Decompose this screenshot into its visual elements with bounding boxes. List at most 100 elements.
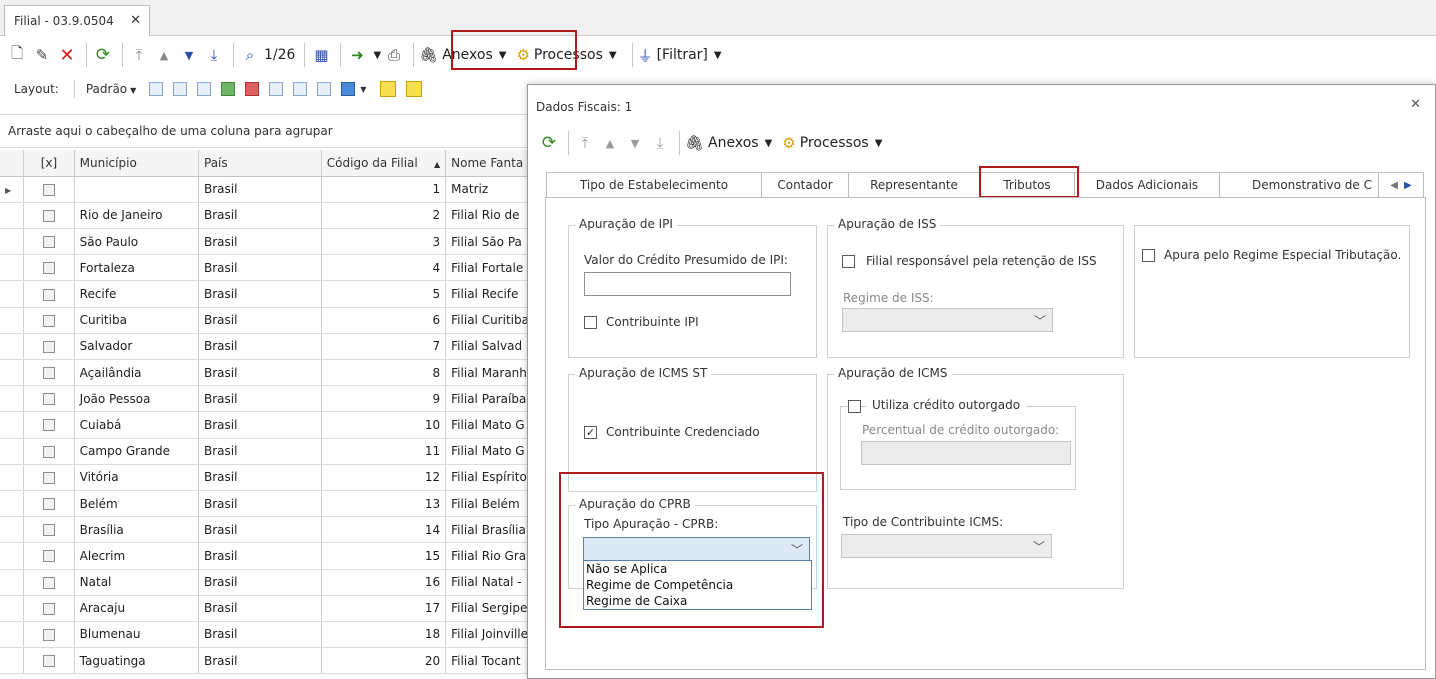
nome-cell[interactable]: Filial Mato G [445,438,535,465]
bar-chart-icon[interactable] [341,82,356,96]
codigo-cell[interactable]: 17 [321,595,447,622]
table-row[interactable]: Taguatinga Brasil 20 Filial Tocant [0,647,535,675]
next-record-icon[interactable]: ▼ [624,132,646,154]
codigo-cell[interactable]: 20 [321,647,447,675]
layout-view-icon[interactable] [406,81,423,97]
codigo-cell[interactable]: 18 [321,621,447,649]
new-document-icon[interactable]: 🗋 [6,44,28,66]
row-select-checkbox[interactable] [42,602,55,615]
table-row[interactable]: Aracaju Brasil 17 Filial Sergipe [0,595,535,622]
row-select-checkbox[interactable] [42,236,55,249]
codigo-cell[interactable]: 4 [321,254,447,282]
row-select-checkbox[interactable] [42,340,55,353]
table-row[interactable]: Cuiabá Brasil 10 Filial Mato G [0,411,535,439]
codigo-cell[interactable]: 3 [321,228,447,256]
previous-record-icon[interactable]: ▲ [599,132,621,154]
municipio-cell[interactable]: Belém [74,490,200,518]
codigo-cell[interactable]: 7 [321,333,447,361]
refresh-icon[interactable]: ⟳ [92,44,114,66]
nome-cell[interactable]: Filial Joinville [445,621,535,649]
municipio-cell[interactable]: Fortaleza [74,254,200,282]
tab-scroll-left-icon[interactable]: ◀ [1390,180,1398,191]
row-select-checkbox[interactable] [42,314,55,327]
print-icon[interactable]: ⎙ [383,44,405,66]
codigo-cell[interactable]: 9 [321,385,447,413]
tab-tipo-estabelecimento[interactable]: Tipo de Estabelecimento [546,172,762,198]
row-select-checkbox[interactable] [42,550,55,563]
nome-cell[interactable]: Filial Rio Gra [445,542,535,570]
layout-padrao-dropdown[interactable]: Padrão ▼ [86,82,136,96]
delete-icon[interactable]: ✕ [56,44,78,66]
layout-import-icon[interactable] [221,82,236,96]
codigo-cell[interactable]: 2 [321,202,447,230]
municipio-cell[interactable]: Açailândia [74,359,200,387]
municipio-cell[interactable]: João Pessoa [74,385,200,413]
refresh-icon[interactable]: ⟳ [538,132,560,154]
row-select-checkbox[interactable] [42,288,55,301]
pais-cell[interactable]: Brasil [198,176,322,203]
municipio-cell[interactable]: Salvador [74,333,200,361]
municipio-cell[interactable]: Brasília [74,516,200,544]
table-row[interactable]: Natal Brasil 16 Filial Natal - [0,569,535,596]
row-select-checkbox[interactable] [42,498,55,511]
municipio-cell[interactable]: Aracaju [74,595,200,622]
nome-cell[interactable]: Matriz [445,176,535,203]
codigo-cell[interactable]: 11 [321,438,447,465]
pais-cell[interactable]: Brasil [198,359,322,387]
previous-record-icon[interactable]: ▲ [153,44,175,66]
pais-cell[interactable]: Brasil [198,307,322,334]
tipo-contribuinte-icms-select[interactable]: ﹀ [841,534,1052,558]
codigo-cell[interactable]: 16 [321,569,447,596]
municipio-cell[interactable]: Alecrim [74,542,200,570]
row-select-checkbox[interactable] [42,393,55,406]
pais-cell[interactable]: Brasil [198,464,322,491]
select-column-header[interactable]: [x] [23,150,75,177]
nome-cell[interactable]: Filial Curitiba [445,307,535,334]
row-select-checkbox[interactable] [42,419,55,432]
tab-close-icon[interactable]: ✕ [130,13,141,28]
layout-view-icon[interactable] [380,81,397,97]
row-select-checkbox[interactable] [42,367,55,380]
contribuinte-credenciado-checkbox[interactable]: ✓ [584,426,597,439]
nome-cell[interactable]: Filial Tocant [445,647,535,675]
nome-cell[interactable]: Filial Natal - [445,569,535,596]
municipio-cell[interactable]: São Paulo [74,228,200,256]
table-row[interactable]: João Pessoa Brasil 9 Filial Paraíba [0,385,535,413]
pais-cell[interactable]: Brasil [198,647,322,675]
first-record-icon[interactable]: ⤒ [128,44,150,66]
layout-save-icon[interactable] [149,82,164,96]
codigo-cell[interactable]: 14 [321,516,447,544]
municipio-cell[interactable]: Recife [74,280,200,308]
municipio-cell[interactable]: Curitiba [74,307,200,334]
codigo-cell[interactable]: 13 [321,490,447,518]
municipio-cell[interactable]: Rio de Janeiro [74,202,200,230]
municipio-cell[interactable]: Taguatinga [74,647,200,675]
municipio-cell[interactable]: Blumenau [74,621,200,649]
codigo-cell[interactable]: 1 [321,176,447,203]
table-row[interactable]: Campo Grande Brasil 11 Filial Mato G [0,438,535,465]
last-record-icon[interactable]: ⤓ [649,132,671,154]
row-select-checkbox[interactable] [42,524,55,537]
nome-cell[interactable]: Filial Fortale [445,254,535,282]
municipio-cell[interactable] [74,176,200,203]
municipio-cell[interactable]: Cuiabá [74,411,200,439]
tab-filial[interactable]: Filial - 03.9.0504 ✕ [4,5,150,36]
row-select-checkbox[interactable] [42,471,55,484]
municipio-cell[interactable]: Campo Grande [74,438,200,465]
tab-dados-adicionais[interactable]: Dados Adicionais [1074,172,1220,198]
layout-edit-icon[interactable] [317,82,332,96]
nome-column-header[interactable]: Nome Fanta [445,150,535,177]
table-row[interactable]: Salvador Brasil 7 Filial Salvad [0,333,535,361]
export-icon[interactable]: ➜ [346,44,368,66]
row-select-checkbox[interactable] [42,576,55,589]
pais-cell[interactable]: Brasil [198,385,322,413]
codigo-cell[interactable]: 5 [321,280,447,308]
pais-cell[interactable]: Brasil [198,569,322,596]
pais-cell[interactable]: Brasil [198,542,322,570]
pais-cell[interactable]: Brasil [198,621,322,649]
nome-cell[interactable]: Filial Espírito [445,464,535,491]
table-row[interactable]: São Paulo Brasil 3 Filial São Pa [0,228,535,256]
pais-cell[interactable]: Brasil [198,490,322,518]
row-select-checkbox[interactable] [42,209,55,222]
row-select-checkbox[interactable] [42,183,55,196]
